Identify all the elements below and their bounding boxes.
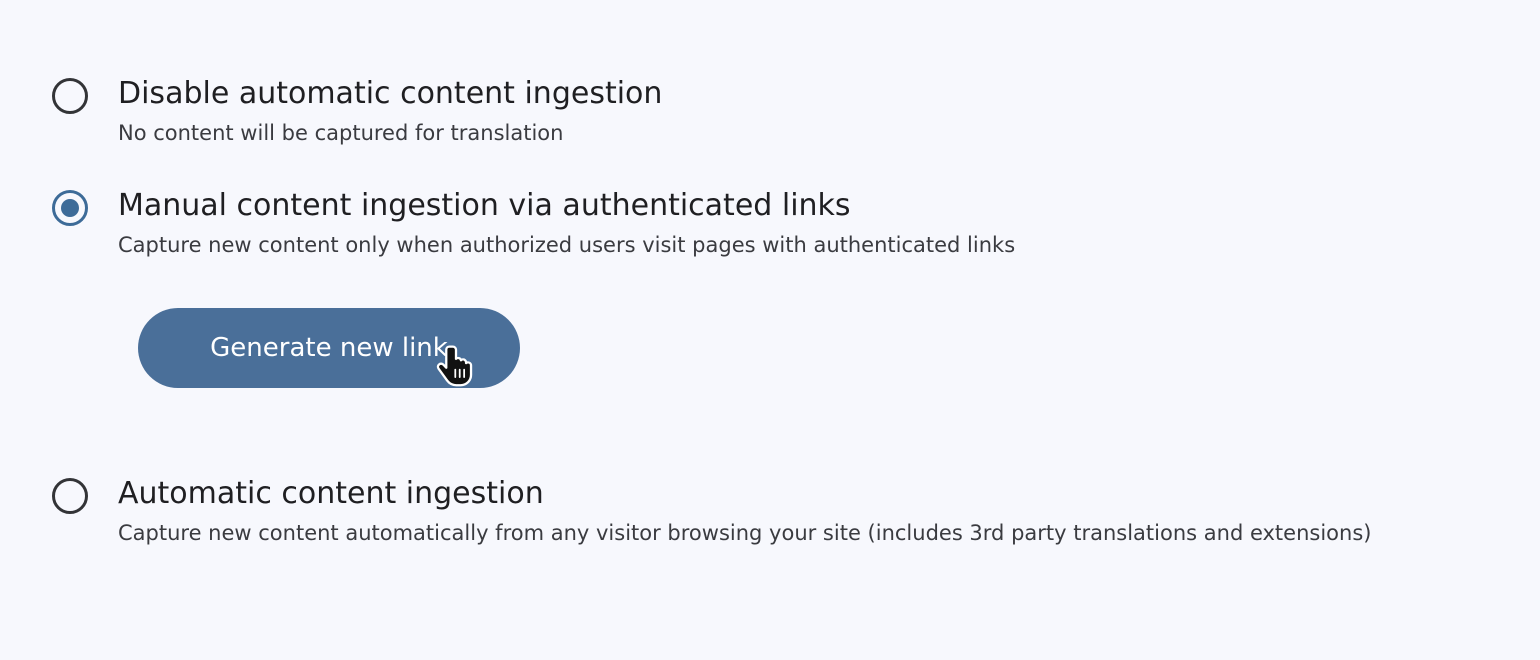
radio-automatic-ingestion[interactable] bbox=[52, 478, 88, 514]
radio-selected-dot bbox=[61, 199, 79, 217]
radio-disable-ingestion[interactable] bbox=[52, 78, 88, 114]
option-title[interactable]: Disable automatic content ingestion bbox=[118, 76, 662, 112]
option-title[interactable]: Manual content ingestion via authenticat… bbox=[118, 188, 851, 224]
option-title[interactable]: Automatic content ingestion bbox=[118, 476, 544, 512]
generate-new-link-button[interactable]: Generate new link bbox=[138, 308, 520, 388]
option-description: Capture new content only when authorized… bbox=[118, 233, 1016, 257]
radio-manual-ingestion[interactable] bbox=[52, 190, 88, 226]
option-description: No content will be captured for translat… bbox=[118, 121, 564, 145]
option-description: Capture new content automatically from a… bbox=[118, 521, 1372, 545]
